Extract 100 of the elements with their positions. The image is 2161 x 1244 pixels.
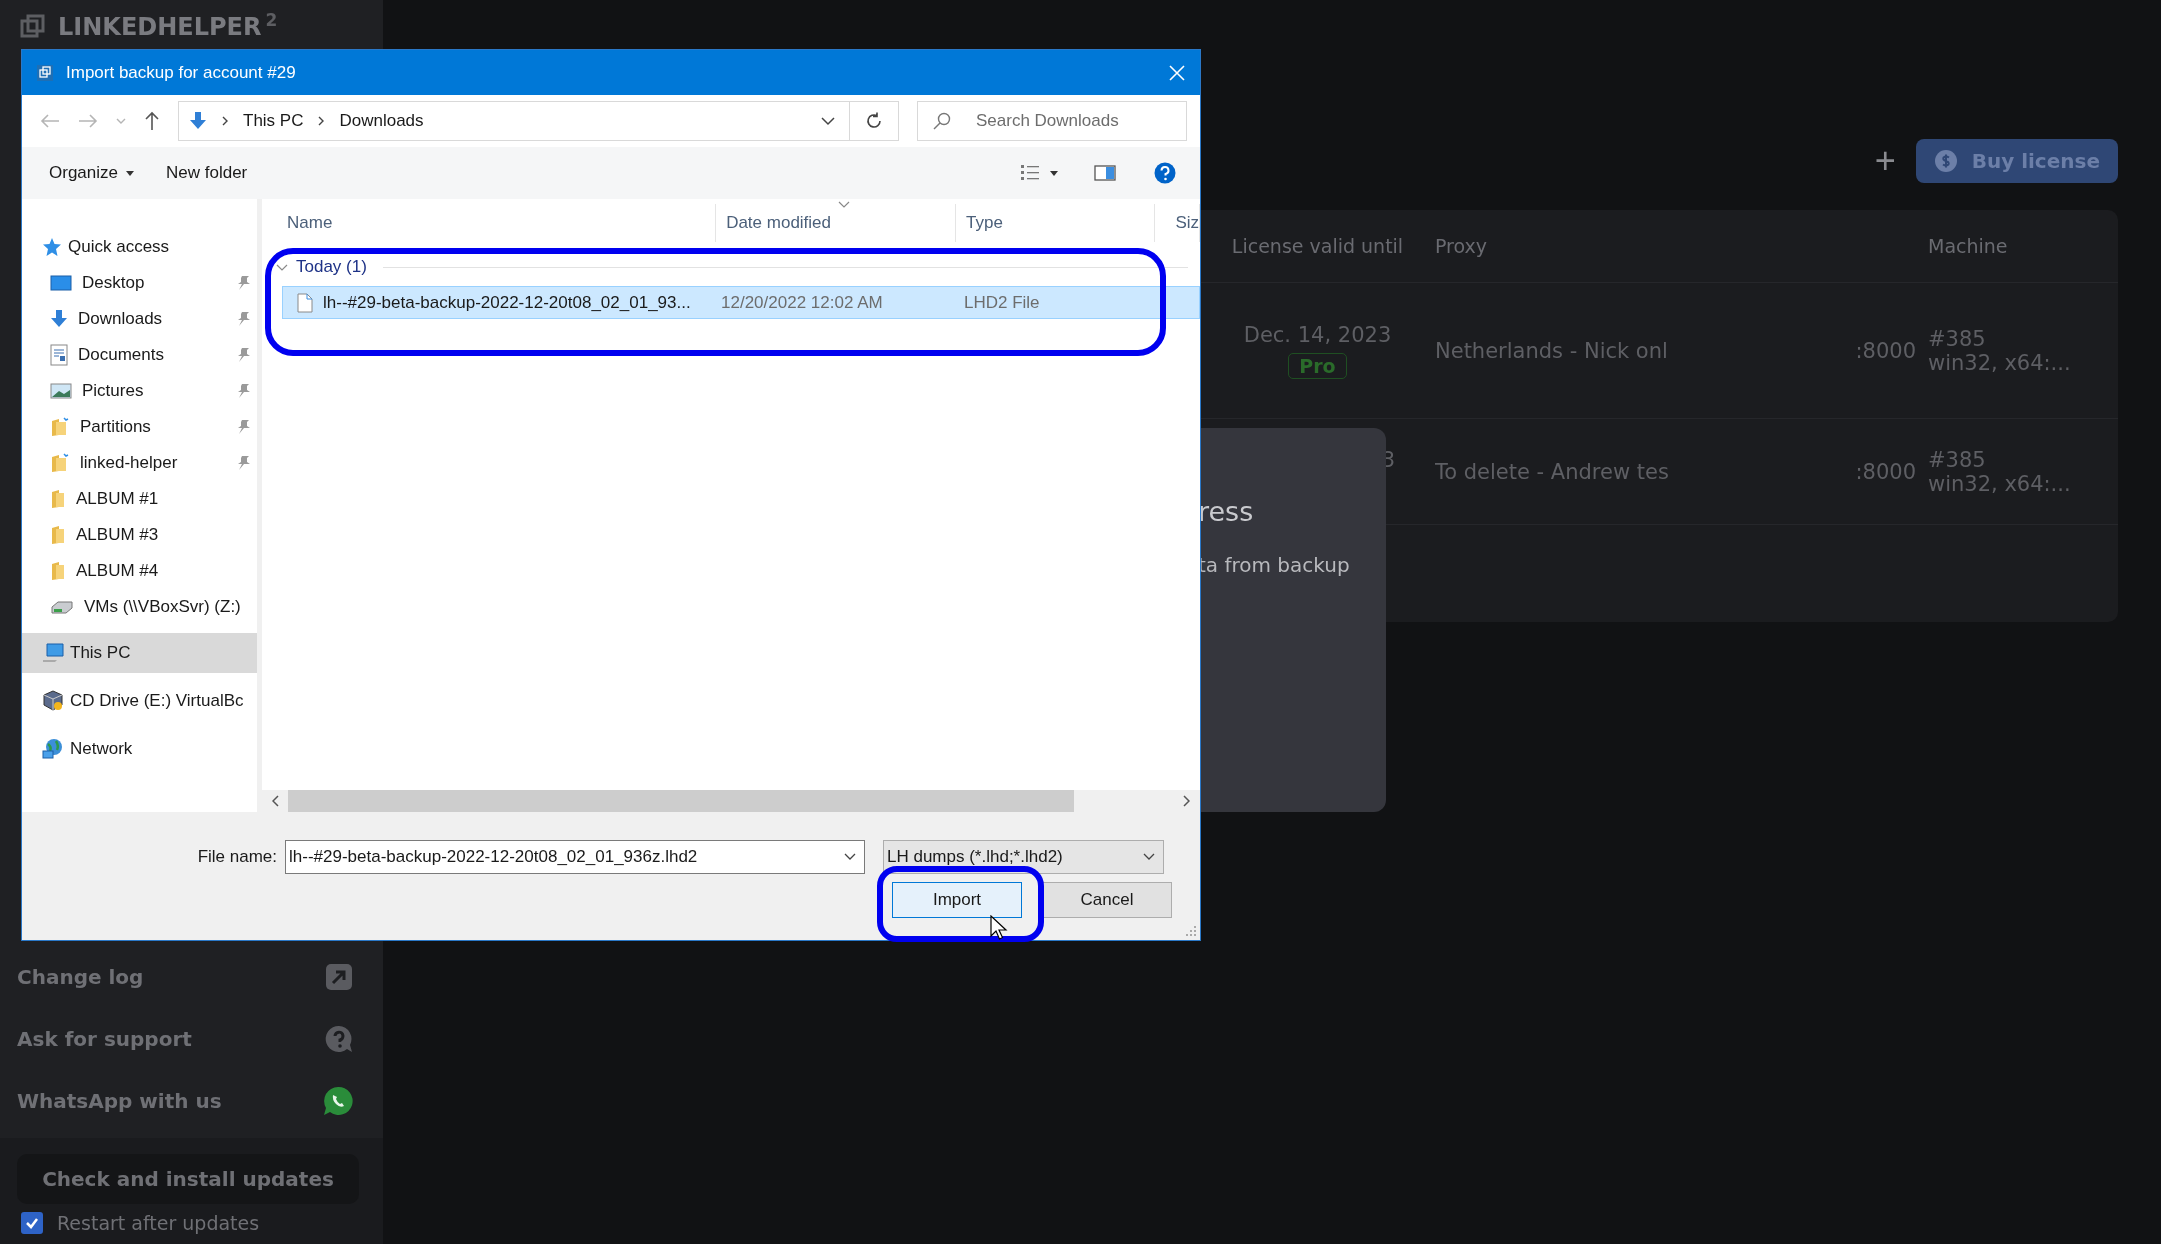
- chevron-down-icon: [1143, 853, 1155, 861]
- folder-icon: [50, 417, 70, 437]
- network-drive-icon: [50, 599, 74, 615]
- chevron-right-icon: [317, 115, 326, 127]
- proxy-name: Netherlands - Nick onl: [1435, 338, 1669, 363]
- horizontal-scrollbar[interactable]: [262, 790, 1200, 812]
- folder-icon: [50, 525, 66, 545]
- close-icon[interactable]: [1168, 63, 1186, 82]
- breadcrumb-item[interactable]: This PC: [243, 111, 304, 131]
- search-field[interactable]: Search Downloads: [917, 101, 1187, 141]
- column-header[interactable]: Name: [262, 204, 717, 242]
- app-icon: [36, 63, 54, 82]
- cube-icon: [42, 690, 64, 712]
- nav-item[interactable]: VMs (\\VBoxSvr) (Z:): [22, 589, 257, 625]
- toolbar-button[interactable]: New folder: [166, 163, 260, 183]
- external-link-icon: [325, 963, 353, 991]
- breadcrumb-item[interactable]: Downloads: [339, 111, 424, 131]
- plan-badge: Pro: [1288, 352, 1347, 379]
- checkbox-label: Restart after updates: [57, 1212, 260, 1234]
- nav-item[interactable]: Desktop: [22, 265, 257, 301]
- link-label: WhatsApp with us: [17, 1089, 222, 1113]
- chevron-right-icon: [221, 115, 229, 127]
- monitor-icon: [50, 275, 72, 291]
- chevron-down-icon[interactable]: [821, 116, 835, 126]
- dialog-button[interactable]: Cancel: [1042, 882, 1172, 918]
- group-header[interactable]: Today (1): [296, 257, 367, 277]
- star-icon: [42, 237, 62, 257]
- document-icon: [50, 344, 68, 366]
- machine-detail: win32, x64:...: [1928, 471, 2072, 496]
- license-date: Dec. 14, 2023: [1243, 322, 1392, 347]
- column-header: Machine: [1928, 235, 2009, 257]
- proxy-name: To delete - Andrew tes: [1435, 459, 1670, 484]
- up-arrow-icon[interactable]: [144, 111, 160, 131]
- dialog-button[interactable]: Import: [892, 882, 1022, 918]
- resize-grip-icon[interactable]: [1186, 926, 1196, 936]
- nav-item[interactable]: Downloads: [22, 301, 257, 337]
- computer-icon: [42, 643, 64, 663]
- nav-item[interactable]: ALBUM #1: [22, 481, 257, 517]
- file-type: LHD2 File: [964, 292, 1040, 313]
- caret-icon: [126, 170, 134, 176]
- help-bubble-icon: [325, 1025, 353, 1053]
- link-label: Ask for support: [17, 1027, 192, 1051]
- file-date: 12/20/2022 12:02 AM: [721, 292, 884, 313]
- dollar-badge-icon: [1933, 149, 1958, 173]
- update-button[interactable]: Check and install updates: [17, 1154, 359, 1204]
- chevron-down-icon[interactable]: [844, 853, 856, 861]
- folder-icon: [50, 453, 70, 473]
- modal-title: ress: [1198, 496, 1255, 527]
- column-header: License valid until: [1230, 235, 1405, 257]
- folder-icon: [50, 489, 66, 509]
- add-button[interactable]: +: [1874, 143, 1896, 179]
- column-header[interactable]: Siz: [1155, 204, 1200, 242]
- logo-icon: [20, 14, 46, 40]
- restart-checkbox[interactable]: [21, 1212, 43, 1234]
- sort-caret-icon: [838, 201, 850, 208]
- machine-id: #385: [1928, 326, 1987, 351]
- toolbar-button[interactable]: Organize: [49, 163, 146, 183]
- window-title: Import backup for account #29: [66, 62, 297, 83]
- checkmark-icon: [25, 1216, 39, 1230]
- proxy-port: :8000: [1854, 338, 1917, 363]
- download-arrow-icon: [50, 309, 68, 329]
- nav-item[interactable]: This PC: [22, 633, 257, 673]
- column-header[interactable]: Type: [956, 204, 1156, 242]
- nav-item[interactable]: CD Drive (E:) VirtualBc: [22, 681, 257, 721]
- help-icon[interactable]: [1154, 162, 1176, 184]
- globe-icon: [42, 738, 64, 760]
- whatsapp-icon: [323, 1086, 353, 1116]
- column-header: Proxy: [1435, 235, 1489, 257]
- nav-item[interactable]: ALBUM #3: [22, 517, 257, 553]
- file-row[interactable]: lh--#29-beta-backup-2022-12-20t08_02_01_93... 12/20/2022 12:02 AM LHD2 File: [282, 286, 1200, 319]
- folder-icon: [50, 561, 66, 581]
- machine-id: #385: [1928, 447, 1987, 472]
- link-label: Change log: [17, 965, 144, 989]
- file-name-field[interactable]: lh--#29-beta-backup-2022-12-20t08_02_01_936z.lhd2: [285, 840, 865, 874]
- caret-icon[interactable]: [1050, 170, 1058, 176]
- file-type-dropdown[interactable]: LH dumps (*.lhd;*.lhd2): [883, 840, 1164, 874]
- nav-item[interactable]: linked-helper: [22, 445, 257, 481]
- proxy-port: :8000: [1854, 459, 1917, 484]
- nav-item[interactable]: Partitions: [22, 409, 257, 445]
- file-name-label: File name:: [196, 847, 278, 867]
- address-bar[interactable]: This PC Downloads: [178, 101, 850, 141]
- file-name: lh--#29-beta-backup-2022-12-20t08_02_01_93...: [323, 292, 691, 313]
- machine-detail: win32, x64:...: [1928, 350, 2072, 375]
- nav-item[interactable]: Quick access: [22, 229, 257, 265]
- file-icon: [297, 292, 313, 313]
- logo-superscript: 2: [265, 10, 278, 30]
- nav-item[interactable]: Pictures: [22, 373, 257, 409]
- nav-item[interactable]: Documents: [22, 337, 257, 373]
- nav-item[interactable]: Network: [22, 729, 257, 769]
- picture-icon: [50, 383, 72, 399]
- download-arrow-icon: [189, 111, 207, 131]
- logo-text: LINKEDHELPER: [58, 12, 262, 43]
- nav-item[interactable]: ALBUM #4: [22, 553, 257, 589]
- column-header[interactable]: Date modified: [716, 204, 957, 242]
- preview-pane-icon[interactable]: [1094, 165, 1116, 181]
- scroll-right-icon[interactable]: [1182, 795, 1190, 807]
- scroll-left-icon[interactable]: [272, 795, 280, 807]
- details-view-icon[interactable]: [1020, 164, 1040, 182]
- mouse-cursor-icon: [990, 915, 1008, 941]
- refresh-button[interactable]: [849, 101, 899, 141]
